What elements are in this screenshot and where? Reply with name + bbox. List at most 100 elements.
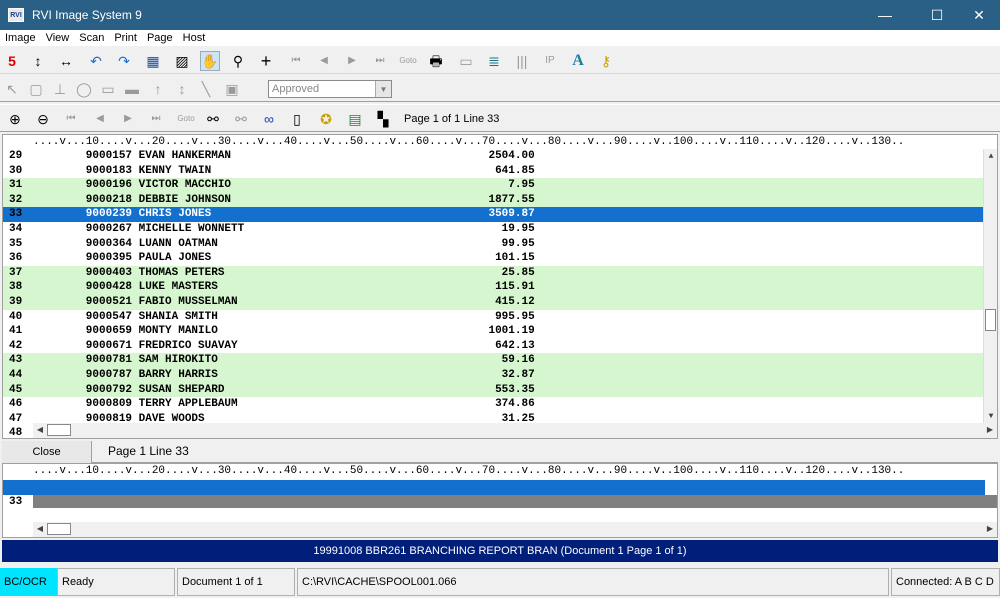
- detail-hscroll-thumb[interactable]: [47, 523, 71, 535]
- ellipse-icon[interactable]: ◯: [74, 79, 94, 99]
- barcode-icon[interactable]: |||: [512, 51, 532, 71]
- status-state: Ready: [57, 568, 175, 596]
- scanner-icon[interactable]: ≣: [484, 51, 504, 71]
- key-icon[interactable]: ⚷: [596, 51, 616, 71]
- report-next-page-icon[interactable]: ▶: [118, 109, 138, 129]
- report-first-page-icon[interactable]: ⏮: [61, 109, 81, 129]
- report-previous-page-icon[interactable]: ◀: [90, 109, 110, 129]
- report-row[interactable]: 40 9000547 SHANIA SMITH 995.95: [3, 310, 985, 325]
- double-arrow-icon[interactable]: ↕: [172, 79, 192, 99]
- menu-page[interactable]: Page: [142, 32, 178, 44]
- report-row[interactable]: 30 9000183 KENNY TWAIN 641.85: [3, 164, 985, 179]
- close-detail-button[interactable]: Close: [2, 441, 92, 463]
- detail-column-ruler: ....v...10....v...20....v...30....v...40…: [33, 465, 905, 477]
- scroll-right-icon[interactable]: ▶: [983, 423, 997, 437]
- zoom-in-icon[interactable]: ⊕: [5, 109, 25, 129]
- scroll-up-icon[interactable]: ▲: [984, 149, 997, 163]
- scroll-thumb[interactable]: [985, 309, 996, 331]
- menu-host[interactable]: Host: [178, 32, 211, 44]
- minimize-button[interactable]: —: [862, 0, 908, 30]
- scroll-down-icon[interactable]: ▼: [984, 409, 997, 423]
- fit-width-icon[interactable]: ↔: [56, 51, 76, 71]
- report-row[interactable]: 39 9000521 FABIO MUSSELMAN 415.12: [3, 295, 985, 310]
- report-row[interactable]: 45 9000792 SUSAN SHEPARD 553.35: [3, 382, 985, 398]
- report-row[interactable]: 32 9000218 DEBBIE JOHNSON 1877.55: [3, 192, 985, 208]
- scroll-left-icon[interactable]: ◀: [33, 423, 47, 437]
- notes-icon[interactable]: ▤: [345, 109, 365, 129]
- report-last-page-icon[interactable]: ⏭: [146, 109, 166, 129]
- highlight-icon[interactable]: ▭: [98, 79, 118, 99]
- font-icon[interactable]: A: [568, 51, 588, 71]
- report-row[interactable]: 37 9000403 THOMAS PETERS 25.85: [3, 265, 985, 281]
- filled-rectangle-icon[interactable]: ▬: [122, 79, 142, 99]
- report-row[interactable]: 35 9000364 LUANN OATMAN 99.95: [3, 237, 985, 252]
- image-settings-icon[interactable]: ▨: [172, 51, 192, 71]
- find-binoculars-icon[interactable]: ⚯: [203, 109, 223, 129]
- mode-badge: BC/OCR: [0, 568, 57, 596]
- pointer-icon[interactable]: ↖: [2, 79, 22, 99]
- ip-icon[interactable]: IP: [540, 51, 560, 71]
- maximize-button[interactable]: ☐: [914, 0, 960, 30]
- zoom-out-icon[interactable]: ⊖: [33, 109, 53, 129]
- line-number: 29: [9, 150, 23, 162]
- report-row[interactable]: 36 9000395 PAULA JONES 101.15: [3, 251, 985, 266]
- first-page-icon[interactable]: ⏮: [286, 51, 306, 71]
- search-report-icon[interactable]: ✪: [316, 109, 336, 129]
- thumbnails-icon[interactable]: ▦: [143, 51, 163, 71]
- detail-scroll-right-icon[interactable]: ▶: [983, 522, 997, 536]
- vertical-scrollbar[interactable]: ▲ ▼: [983, 149, 997, 423]
- chevron-down-icon[interactable]: ▼: [375, 81, 391, 97]
- text-annotation-icon[interactable]: ▣: [222, 79, 242, 99]
- close-window-button[interactable]: ✕: [956, 0, 1000, 30]
- report-view[interactable]: ....v...10....v...20....v...30....v...40…: [2, 134, 998, 439]
- report-row[interactable]: 34 9000267 MICHELLE WONNETT 19.95: [3, 222, 985, 237]
- report-row[interactable]: 48: [3, 426, 33, 438]
- previous-page-icon[interactable]: ◀: [314, 51, 334, 71]
- report-row[interactable]: 44 9000787 BARRY HARRIS 32.87: [3, 368, 985, 383]
- horizontal-scrollbar[interactable]: ◀ ▶: [33, 423, 997, 438]
- menu-view[interactable]: View: [41, 32, 75, 44]
- print-icon[interactable]: 🖶: [426, 51, 446, 71]
- scan-icon[interactable]: 5: [2, 51, 22, 71]
- last-page-icon[interactable]: ⏭: [370, 51, 390, 71]
- fax-icon[interactable]: ▭: [456, 51, 476, 71]
- crosshair-icon[interactable]: +: [256, 51, 276, 71]
- rotate-right-icon[interactable]: ↷: [114, 51, 134, 71]
- line-icon[interactable]: ╲: [196, 79, 216, 99]
- rectangle-icon[interactable]: ▢: [26, 79, 46, 99]
- report-row[interactable]: 38 9000428 LUKE MASTERS 115.91: [3, 280, 985, 295]
- report-goto-icon[interactable]: Goto: [176, 109, 196, 129]
- goto-page-icon[interactable]: Goto: [398, 51, 418, 71]
- page-view-icon[interactable]: ▚: [373, 109, 393, 129]
- report-row[interactable]: 41 9000659 MONTY MANILO 1001.19: [3, 324, 985, 339]
- report-row[interactable]: 31 9000196 VICTOR MACCHIO 7.95: [3, 178, 985, 193]
- rotate-left-icon[interactable]: ↶: [86, 51, 106, 71]
- report-row[interactable]: 42 9000671 FREDRICO SUAVAY 642.13: [3, 339, 985, 354]
- menu-print[interactable]: Print: [109, 32, 142, 44]
- detail-horizontal-scrollbar[interactable]: ◀ ▶: [33, 522, 997, 537]
- zoom-icon[interactable]: ⚲: [228, 51, 248, 71]
- detail-row[interactable]: 33 9000239 CHRIS JONES 3509.87: [3, 480, 985, 522]
- report-row[interactable]: 43 9000781 SAM HIROKITO 59.16: [3, 353, 985, 368]
- menu-image[interactable]: Image: [0, 32, 41, 44]
- pan-hand-icon[interactable]: ✋: [200, 51, 220, 71]
- detail-view[interactable]: ....v...10....v...20....v...30....v...40…: [2, 463, 998, 538]
- hscroll-thumb[interactable]: [47, 424, 71, 436]
- next-page-icon[interactable]: ▶: [342, 51, 362, 71]
- menu-scan[interactable]: Scan: [74, 32, 109, 44]
- report-row[interactable]: 33 9000239 CHRIS JONES 3509.87: [3, 207, 985, 222]
- report-row[interactable]: 29 9000157 EVAN HANKERMAN 2504.00: [3, 149, 985, 164]
- find-next-icon[interactable]: ⚯: [231, 109, 251, 129]
- detail-scroll-left-icon[interactable]: ◀: [33, 522, 47, 536]
- row-text: 9000792 SUSAN SHEPARD 553.35: [33, 383, 535, 396]
- detail-line-number: 33: [9, 495, 23, 508]
- status-select[interactable]: Approved ▼: [268, 80, 392, 98]
- document-icon[interactable]: ▯: [287, 109, 307, 129]
- line-number: 46: [9, 398, 23, 411]
- report-row[interactable]: 46 9000809 TERRY APPLEBAUM 374.86: [3, 397, 985, 412]
- glasses-icon[interactable]: ∞: [259, 109, 279, 129]
- stamp-icon[interactable]: ⊥: [50, 79, 70, 99]
- window-title: RVI Image System 9: [32, 8, 142, 22]
- fit-height-icon[interactable]: ↕: [28, 51, 48, 71]
- arrow-up-icon[interactable]: ↑: [148, 79, 168, 99]
